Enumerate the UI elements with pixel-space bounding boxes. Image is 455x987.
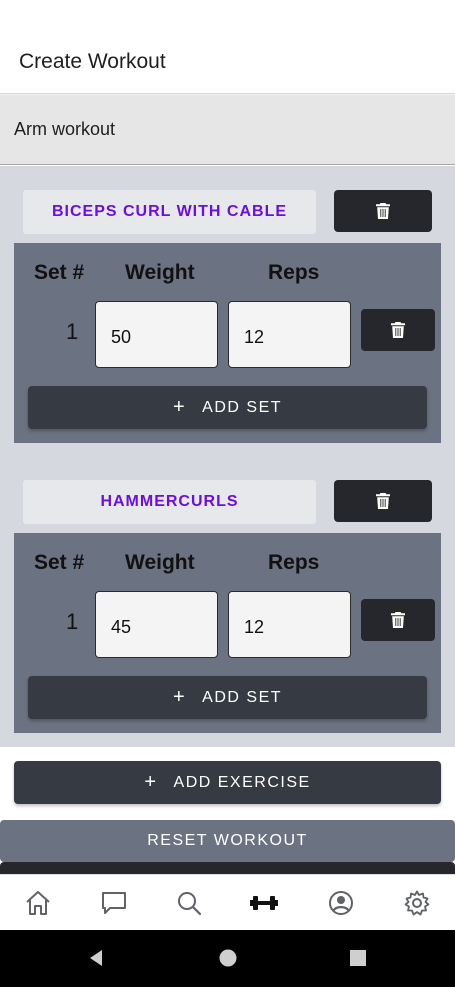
home-circle-icon — [219, 949, 237, 967]
delete-set-button[interactable] — [361, 309, 435, 351]
weight-header: Weight — [125, 261, 195, 284]
reset-workout-label: RESET WORKOUT — [147, 832, 308, 849]
chat-icon — [102, 892, 126, 914]
delete-exercise-button[interactable] — [334, 480, 432, 522]
set-number-header: Set # — [34, 261, 85, 284]
add-set-button[interactable]: + ADD SET — [28, 386, 427, 429]
settings-icon — [404, 890, 430, 916]
account-icon — [329, 891, 353, 915]
add-set-button[interactable]: + ADD SET — [28, 676, 427, 719]
add-set-label: ADD SET — [202, 688, 283, 706]
tab-search[interactable] — [174, 888, 204, 918]
delete-exercise-button[interactable] — [334, 190, 432, 232]
add-exercise-button[interactable]: + ADD EXERCISE — [14, 761, 441, 804]
tab-settings[interactable] — [402, 888, 432, 918]
reps-header: Reps — [268, 551, 320, 574]
back-button[interactable] — [85, 947, 107, 969]
plus-icon: + — [144, 771, 158, 793]
reset-workout-button[interactable]: RESET WORKOUT — [0, 820, 455, 862]
add-exercise-label: ADD EXERCISE — [173, 773, 311, 791]
recents-button[interactable] — [347, 947, 369, 969]
trash-icon — [391, 322, 405, 338]
plus-icon: + — [172, 686, 187, 708]
save-button-partial[interactable] — [0, 862, 455, 874]
plus-icon: + — [172, 396, 187, 418]
tab-account[interactable] — [326, 888, 356, 918]
tab-messages[interactable] — [99, 888, 129, 918]
trash-icon — [376, 493, 390, 509]
exercise-name-button[interactable]: HAMMERCURLS — [23, 480, 316, 524]
exercise-list: BICEPS CURL WITH CABLE Set # Weight Reps… — [0, 166, 455, 747]
trash-icon — [391, 612, 405, 628]
system-navigation-bar — [0, 930, 455, 987]
set-number: 1 — [66, 609, 79, 634]
home-icon — [26, 891, 50, 915]
tab-workout[interactable] — [249, 888, 279, 918]
create-workout-screen: Create Workout Arm workout BICEPS CURL W… — [0, 0, 455, 987]
set-number: 1 — [66, 319, 79, 344]
reps-input[interactable]: 12 — [228, 301, 351, 368]
tab-home[interactable] — [23, 888, 53, 918]
workout-name-value: Arm workout — [14, 119, 116, 139]
home-nav-button[interactable] — [217, 947, 239, 969]
dumbbell-icon — [250, 896, 278, 910]
bottom-tab-bar — [0, 874, 455, 930]
sets-panel: Set # Weight Reps 1 45 12 + ADD SET — [14, 533, 441, 733]
weight-input[interactable]: 45 — [95, 591, 218, 658]
search-icon — [178, 892, 202, 916]
page-title: Create Workout — [19, 50, 166, 73]
reps-input[interactable]: 12 — [228, 591, 351, 658]
exercise-name-button[interactable]: BICEPS CURL WITH CABLE — [23, 190, 316, 234]
workout-name-field[interactable]: Arm workout — [0, 95, 455, 165]
trash-icon — [376, 203, 390, 219]
app-header: Create Workout — [0, 0, 455, 94]
reps-header: Reps — [268, 261, 320, 284]
weight-input[interactable]: 50 — [95, 301, 218, 368]
weight-header: Weight — [125, 551, 195, 574]
back-icon — [90, 950, 102, 966]
sets-panel: Set # Weight Reps 1 50 12 + ADD SET — [14, 243, 441, 443]
set-number-header: Set # — [34, 551, 85, 574]
add-set-label: ADD SET — [202, 398, 283, 416]
delete-set-button[interactable] — [361, 599, 435, 641]
recents-icon — [350, 950, 366, 966]
